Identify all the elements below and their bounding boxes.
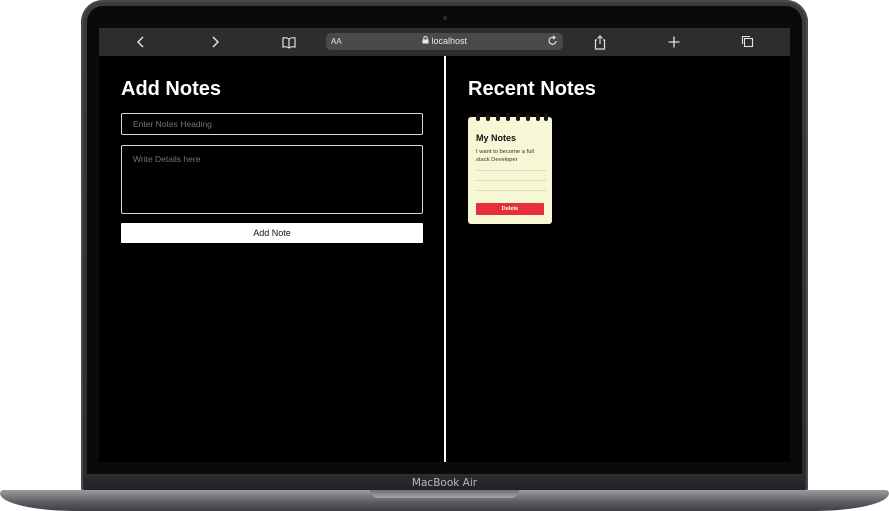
note-rule-line — [476, 190, 546, 191]
address-bar[interactable]: AA localhost — [326, 33, 563, 50]
new-tab-icon[interactable] — [668, 32, 680, 52]
url-host: localhost — [326, 36, 563, 46]
column-divider — [444, 56, 446, 462]
delete-note-button[interactable]: Delete — [476, 203, 544, 215]
tabs-overview-icon[interactable] — [741, 32, 754, 52]
spiral-binding — [476, 113, 548, 121]
share-icon[interactable] — [594, 32, 606, 52]
spiral-ring — [496, 113, 500, 121]
add-note-button[interactable]: Add Note — [121, 223, 423, 243]
spiral-ring — [544, 113, 548, 121]
camera-dot — [443, 16, 447, 20]
chevron-right-icon[interactable] — [210, 32, 220, 52]
recent-notes-heading: Recent Notes — [468, 78, 596, 100]
spiral-ring — [516, 113, 520, 121]
book-icon[interactable] — [282, 32, 296, 52]
lock-icon — [422, 36, 429, 44]
url-host-label: localhost — [431, 36, 468, 46]
note-body: I want to become a full stack Developer — [476, 149, 535, 163]
note-rule-line — [476, 180, 546, 181]
browser-window: AA localhost Add Notes Add Note Recent N… — [99, 28, 790, 462]
browser-toolbar: AA localhost — [99, 28, 790, 56]
note-heading-input[interactable] — [121, 113, 423, 135]
add-notes-heading: Add Notes — [121, 78, 221, 100]
spiral-ring — [506, 113, 510, 121]
reload-icon[interactable] — [548, 34, 558, 51]
note-details-textarea[interactable] — [121, 145, 423, 214]
spiral-ring — [486, 113, 490, 121]
note-title: My Notes — [476, 133, 517, 143]
spiral-ring — [536, 113, 540, 121]
note-card: My Notes I want to become a full stack D… — [468, 113, 552, 224]
chevron-left-icon[interactable] — [136, 32, 146, 52]
spiral-ring — [526, 113, 530, 121]
spiral-ring — [476, 113, 480, 121]
lid-notch — [370, 490, 519, 498]
note-rule-line — [476, 170, 546, 171]
